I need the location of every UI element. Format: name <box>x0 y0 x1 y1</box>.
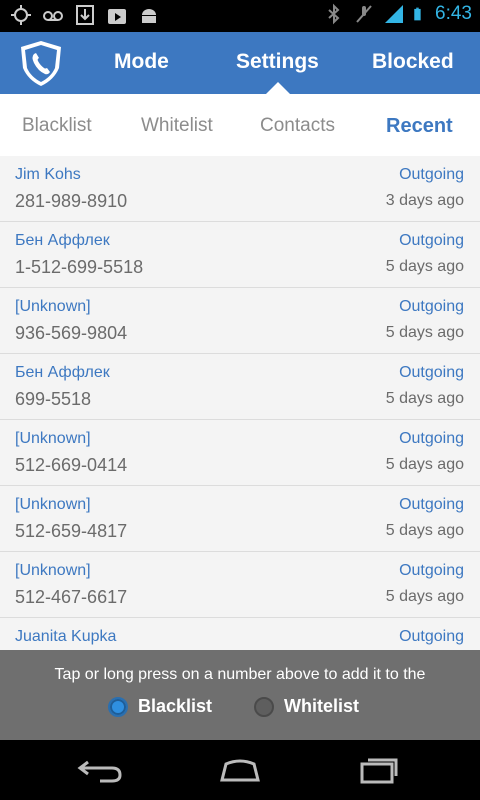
call-time: 5 days ago <box>385 522 464 539</box>
list-item[interactable]: Jim Kohs 281-989-8910 Outgoing 3 days ag… <box>0 156 480 222</box>
app-logo-shield-phone-icon <box>21 41 61 86</box>
radio-option-blacklist[interactable]: Blacklist <box>108 696 212 717</box>
call-time: 5 days ago <box>385 588 464 605</box>
radio-button[interactable] <box>254 696 274 717</box>
add-to-list-hint: Tap or long press on a number above to a… <box>54 666 426 683</box>
call-type: Outgoing <box>399 496 464 513</box>
caller-name: [Unknown] <box>15 430 91 447</box>
caller-number: 512-659-4817 <box>15 521 128 541</box>
call-time: 5 days ago <box>385 390 464 407</box>
caller-name: Бен Аффлек <box>15 364 110 381</box>
tab-recent[interactable]: Recent <box>386 115 453 138</box>
call-type: Outgoing <box>399 298 464 315</box>
caller-number: 281-989-8910 <box>15 191 128 211</box>
radio-button-checked[interactable] <box>108 696 128 717</box>
nav-settings[interactable]: Settings <box>236 50 319 74</box>
nav-blocked[interactable]: Blocked <box>372 50 454 74</box>
caller-name: [Unknown] <box>15 496 91 513</box>
battery-icon <box>414 7 421 21</box>
call-type: Outgoing <box>399 232 464 249</box>
caller-number: 936-569-9804 <box>15 323 128 343</box>
list-item[interactable]: Бен Аффлек 699-5518 Outgoing 5 days ago <box>0 354 480 420</box>
caller-number: 512-669-0414 <box>15 455 128 475</box>
radio-option-whitelist[interactable]: Whitelist <box>254 696 359 717</box>
nav-selected-indicator <box>266 82 290 94</box>
nav-mode[interactable]: Mode <box>114 50 169 74</box>
call-type: Outgoing <box>399 364 464 381</box>
list-item[interactable]: [Unknown] 512-467-6617 Outgoing 5 days a… <box>0 552 480 618</box>
caller-name: [Unknown] <box>15 298 91 315</box>
list-item[interactable]: [Unknown] 512-659-4817 Outgoing 5 days a… <box>0 486 480 552</box>
call-time: 5 days ago <box>385 324 464 341</box>
caller-name: Jim Kohs <box>15 166 81 183</box>
mute-icon <box>356 5 372 23</box>
clock: 6:43 <box>435 3 472 24</box>
back-icon[interactable] <box>76 754 124 786</box>
call-time: 5 days ago <box>385 456 464 473</box>
caller-name: [Unknown] <box>15 562 91 579</box>
recent-calls-list[interactable]: Jim Kohs 281-989-8910 Outgoing 3 days ag… <box>0 156 480 650</box>
android-icon <box>142 9 156 23</box>
system-nav-bar <box>0 740 480 800</box>
play-store-icon <box>108 9 126 24</box>
list-item[interactable]: Бен Аффлек 1-512-699-5518 Outgoing 5 day… <box>0 222 480 288</box>
call-type: Outgoing <box>399 430 464 447</box>
list-item[interactable]: Juanita Kupka Outgoing <box>0 618 480 650</box>
bluetooth-icon <box>328 3 340 25</box>
download-icon <box>76 5 94 25</box>
top-nav: Mode Settings Blocked <box>0 32 480 94</box>
recent-apps-icon[interactable] <box>356 754 404 786</box>
signal-icon <box>385 5 404 23</box>
tab-whitelist[interactable]: Whitelist <box>141 115 213 137</box>
caller-name: Бен Аффлек <box>15 232 110 249</box>
call-type: Outgoing <box>399 628 464 645</box>
caller-number: 1-512-699-5518 <box>15 257 144 277</box>
caller-name: Juanita Kupka <box>15 628 117 645</box>
home-icon[interactable] <box>216 754 264 786</box>
tab-blacklist[interactable]: Blacklist <box>22 115 92 137</box>
add-to-list-panel: Tap or long press on a number above to a… <box>0 650 480 740</box>
radio-label-whitelist: Whitelist <box>284 696 359 716</box>
call-type: Outgoing <box>399 562 464 579</box>
radio-label-blacklist: Blacklist <box>138 696 213 716</box>
caller-number: 699-5518 <box>15 389 92 409</box>
call-type: Outgoing <box>399 166 464 183</box>
voicemail-icon <box>43 11 63 21</box>
list-item[interactable]: [Unknown] 512-669-0414 Outgoing 5 days a… <box>0 420 480 486</box>
gps-icon <box>11 5 31 25</box>
call-time: 3 days ago <box>385 192 464 209</box>
call-time: 5 days ago <box>385 258 464 275</box>
caller-number: 512-467-6617 <box>15 587 128 607</box>
sub-tabs: Blacklist Whitelist Contacts Recent <box>0 94 480 157</box>
list-item[interactable]: [Unknown] 936-569-9804 Outgoing 5 days a… <box>0 288 480 354</box>
status-bar: 6:43 <box>0 0 480 32</box>
tab-contacts[interactable]: Contacts <box>260 115 335 137</box>
